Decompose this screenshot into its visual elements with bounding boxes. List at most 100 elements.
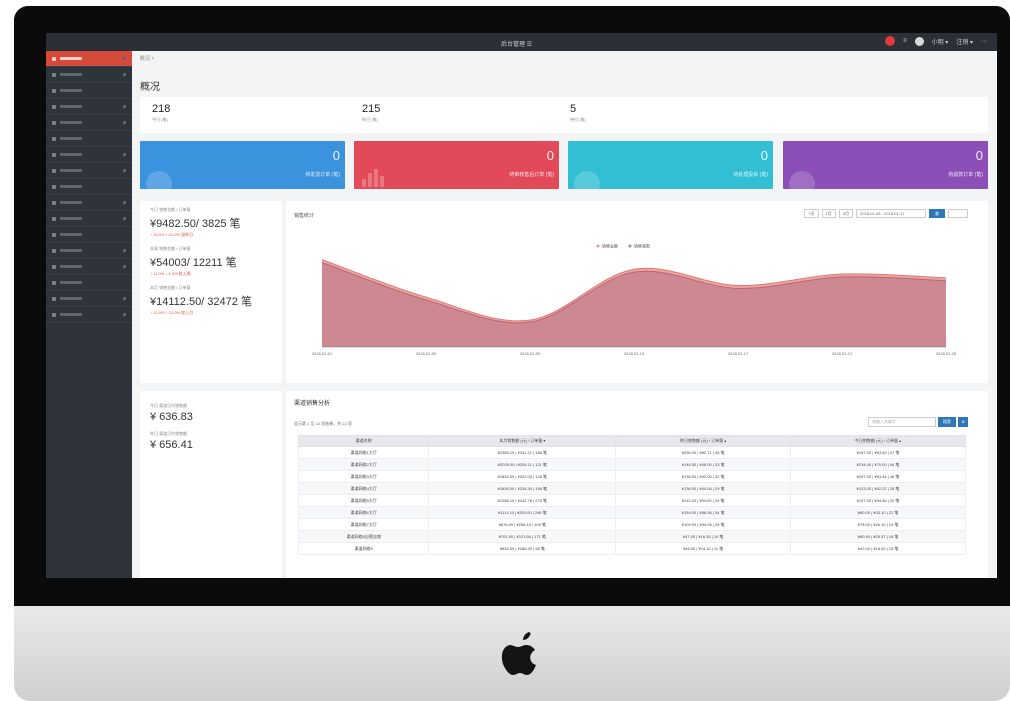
sidebar-item-label — [60, 313, 82, 316]
page-title: 概况 — [140, 82, 160, 93]
card-deco-icon — [574, 171, 600, 189]
chevron-icon — [123, 105, 126, 108]
sales-today-change: ↑ 15.0% ↑ 21.0% 较昨日 — [150, 232, 194, 237]
sidebar-item-label — [60, 281, 82, 284]
table-header-row: 渠道名称 本月销售额 (元) / 订单量 ▾ 昨日销售额 (元) / 订单量 ▴ 今日… — [297, 435, 966, 447]
column-header[interactable]: 昨日销售额 (元) / 订单量 ▴ — [615, 435, 792, 447]
table-row[interactable]: 渠道网络3大厅 ¥1834.00 | ¥322.00 | 126 笔 ¥136.00… — [297, 470, 966, 483]
card-label: 待发货订单 (笔) — [305, 172, 340, 178]
table-cell: ¥60.50 | ¥25.37 | 18 笔 — [790, 530, 966, 543]
user-menu[interactable]: 小明 ▾ — [932, 37, 949, 46]
menu-item-icon — [52, 88, 56, 93]
sidebar-item[interactable] — [46, 51, 132, 67]
table-search-button[interactable]: 搜索 — [938, 417, 956, 427]
sidebar-item[interactable] — [46, 307, 132, 323]
table-row[interactable]: 渠道网络5大厅 ¥1288.10 | ¥412.78 | 275 笔 ¥112.00… — [297, 494, 966, 507]
table-cell: ¥157.00 | ¥63.00 | 47 笔 — [790, 446, 966, 459]
menu-item-icon — [52, 232, 56, 237]
sidebar-item[interactable] — [46, 83, 132, 99]
sidebar-item[interactable] — [46, 179, 132, 195]
sidebar-item[interactable] — [46, 163, 132, 179]
logout-menu[interactable]: 注销 ▾ — [956, 37, 973, 46]
menu-item-icon — [52, 136, 56, 141]
apple-logo-icon — [498, 628, 544, 680]
menu-icon[interactable]: ≡ — [903, 38, 907, 44]
card-pending-aftersale[interactable]: 0 待审核售后订单 (笔) — [354, 141, 559, 189]
card-deco-icon — [146, 171, 172, 189]
column-header[interactable]: 本月销售额 (元) / 订单量 ▾ — [428, 435, 617, 447]
card-value: 0 — [975, 148, 983, 163]
column-header[interactable]: 今日销售额 (元) / 订单量 ▴ — [790, 435, 966, 447]
sidebar-item[interactable] — [46, 195, 132, 211]
table-row[interactable]: 渠道网络9 ¥634.00 | ¥186.20 | 98 笔 ¥46.00 | ¥1… — [297, 542, 966, 555]
menu-item-icon — [52, 72, 56, 77]
table-cell: 渠道网络5大厅 — [297, 494, 430, 507]
sidebar-item[interactable] — [46, 291, 132, 307]
sidebar-item[interactable] — [46, 211, 132, 227]
table-cell: ¥136.00 | ¥42.00 | 32 笔 — [615, 470, 792, 483]
table-row[interactable]: 渠道网络7大厅 ¥876.00 | ¥298.15 | 109 笔 ¥109.00 … — [297, 518, 966, 531]
app-title: 后台管理 ☰ — [501, 42, 533, 48]
table-row[interactable]: 渠道网络2大厅 ¥2026.00 | ¥326.11 | 121 笔 ¥146.50… — [297, 458, 966, 471]
channel-today-label: 今日 渠道日均销售额 — [150, 403, 188, 408]
sidebar-item-label — [60, 185, 82, 188]
table-row[interactable]: 渠道网络4大厅 ¥1626.00 | ¥316.34 | 156 笔 ¥136.00… — [297, 482, 966, 495]
table-cell: ¥1288.10 | ¥412.78 | 275 笔 — [428, 494, 617, 507]
menu-item-icon — [52, 168, 56, 173]
sidebar-item[interactable] — [46, 147, 132, 163]
table-cell: ¥136.00 | ¥44.06 | 29 笔 — [615, 482, 792, 495]
legend-marker — [596, 244, 600, 248]
sidebar-item-label — [60, 153, 82, 156]
table-cell: ¥207.00 | ¥63.44 | 46 笔 — [790, 470, 966, 483]
menu-item-icon — [52, 152, 56, 157]
card-pending-shipment[interactable]: 0 待发货订单 (笔) — [140, 141, 345, 189]
sidebar-item[interactable] — [46, 227, 132, 243]
sidebar — [46, 51, 132, 578]
notification-badge-icon[interactable] — [885, 36, 896, 46]
table-cell: ¥47.00 | ¥16.35 | 10 笔 — [615, 530, 792, 543]
legend-label[interactable]: 销售金额 — [602, 243, 618, 249]
menu-item-icon — [52, 56, 56, 61]
sidebar-item-label — [60, 57, 82, 60]
chevron-icon — [123, 121, 126, 124]
sidebar-item[interactable] — [46, 259, 132, 275]
table-search-input[interactable]: 请输入关键字 — [868, 417, 936, 427]
column-header[interactable]: 渠道名称 — [297, 435, 430, 447]
sidebar-item[interactable] — [46, 115, 132, 131]
table-row[interactable]: 渠道网络1大厅 ¥2385.10 | ¥341.21 | 186 笔 ¥290.00… — [297, 446, 966, 459]
sidebar-item[interactable] — [46, 67, 132, 83]
stat-pending: 5 待付 (笔) — [570, 103, 586, 123]
menu-item-icon — [52, 264, 56, 269]
channel-yesterday-label: 昨日 渠道日均销售额 — [150, 431, 188, 436]
table-row[interactable]: 渠道网络8自营店铺 ¥701.00 | ¥221.56 | 171 笔 ¥47.00… — [297, 530, 966, 543]
sidebar-item-label — [60, 265, 82, 268]
legend-label[interactable]: 销售笔数 — [634, 243, 650, 249]
sidebar-item[interactable] — [46, 131, 132, 147]
sidebar-item[interactable] — [46, 275, 132, 291]
x-tick-label: 2018-01-01 — [312, 351, 333, 356]
table-cell: 渠道网络6大厅 — [297, 506, 430, 519]
table-cell: ¥154.00 | ¥56.06 | 34 笔 — [615, 506, 792, 519]
stat-yesterday: 215 昨日 (笔) — [362, 103, 380, 123]
card-value: 0 — [546, 148, 554, 163]
chevron-icon — [123, 265, 126, 268]
breadcrumb[interactable]: 概况 × — [140, 55, 154, 62]
sales-today: 今日 销售金额 / 订单量 ¥9482.50/ 3825 笔 ↑ 15.0% ↑… — [150, 207, 272, 238]
sidebar-item-label — [60, 137, 82, 140]
sidebar-item[interactable] — [46, 99, 132, 115]
sidebar-item[interactable] — [46, 243, 132, 259]
sidebar-item-label — [60, 217, 82, 220]
table-cell: 渠道网络8自营店铺 — [297, 530, 430, 543]
table-row[interactable]: 渠道网络6大厅 ¥1111.10 | ¥263.00 | 246 笔 ¥154.00… — [297, 506, 966, 519]
x-tick-label: 2018-01-17 — [728, 351, 749, 356]
top-bar-actions: ≡ 小明 ▾ 注销 ▾ ⋯ — [885, 36, 987, 46]
table-extra-button[interactable]: ⊕ — [958, 417, 968, 427]
chevron-icon — [123, 217, 126, 220]
more-icon[interactable]: ⋯ — [981, 38, 987, 45]
card-pending-refund[interactable]: 0 待退款订单 (笔) — [783, 141, 988, 189]
card-label: 待处理投诉 (笔) — [733, 172, 768, 178]
sales-today-value: ¥9482.50/ 3825 笔 — [150, 218, 241, 230]
avatar[interactable] — [914, 36, 924, 46]
sales-week-label: 本周 销售金额 / 订单量 — [150, 246, 191, 251]
card-pending-complaint[interactable]: 0 待处理投诉 (笔) — [568, 141, 773, 189]
